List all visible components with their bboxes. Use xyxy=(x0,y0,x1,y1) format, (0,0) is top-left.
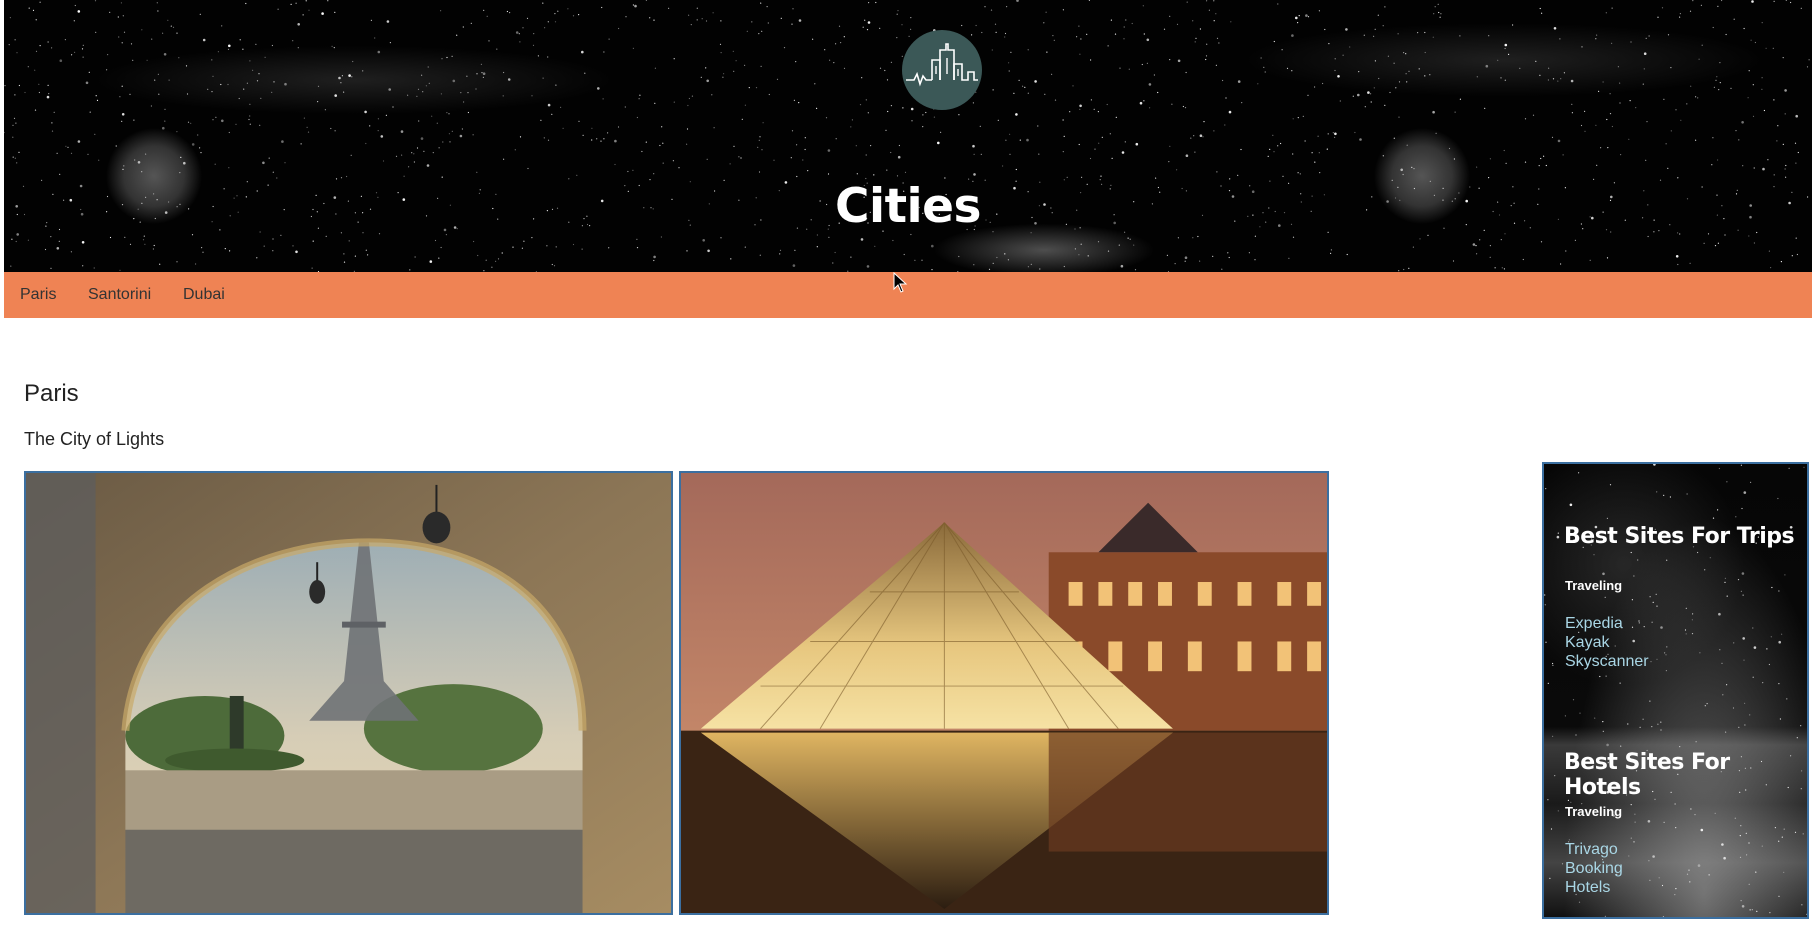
sidebar-label-trips: Traveling xyxy=(1565,578,1623,593)
sidebar-label-hotels: Traveling xyxy=(1565,804,1623,819)
nav-item-santorini[interactable]: Santorini xyxy=(88,286,151,304)
link-skyscanner[interactable]: Skyscanner xyxy=(1565,653,1649,671)
city-skyline-icon[interactable] xyxy=(902,30,982,110)
header-banner: Cities xyxy=(4,0,1812,272)
link-kayak[interactable]: Kayak xyxy=(1565,634,1609,652)
sidebar-heading-trips: Best Sites For Trips xyxy=(1564,524,1795,549)
sidebar-heading-hotels: Best Sites For Hotels xyxy=(1564,750,1730,800)
mouse-cursor-icon xyxy=(893,272,908,293)
link-expedia[interactable]: Expedia xyxy=(1565,615,1623,633)
louvre-pyramid-photo xyxy=(679,471,1329,915)
link-booking[interactable]: Booking xyxy=(1565,860,1623,878)
eiffel-tower-photo xyxy=(24,471,673,915)
link-trivago[interactable]: Trivago xyxy=(1565,841,1618,859)
nav-item-dubai[interactable]: Dubai xyxy=(183,286,225,304)
link-hotels[interactable]: Hotels xyxy=(1565,879,1610,897)
city-subheading: The City of Lights xyxy=(24,429,165,449)
city-heading: Paris xyxy=(24,380,79,407)
sidebar: Best Sites For Trips Traveling Expedia K… xyxy=(1542,462,1809,919)
nav-item-paris[interactable]: Paris xyxy=(20,286,56,304)
site-title: Cities xyxy=(834,179,982,235)
